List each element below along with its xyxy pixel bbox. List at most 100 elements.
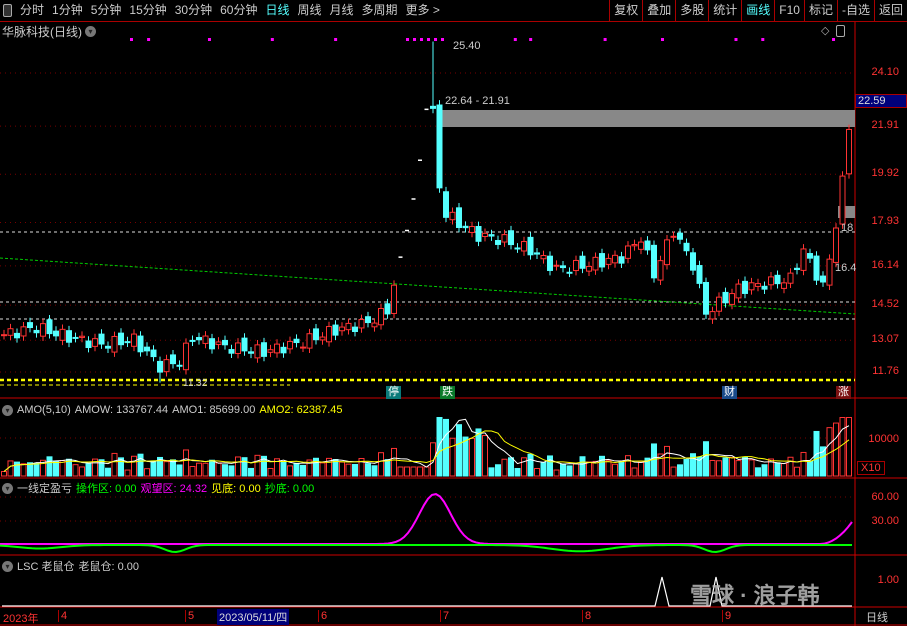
candle bbox=[105, 345, 111, 349]
volume-bar bbox=[365, 463, 371, 477]
candle bbox=[196, 337, 202, 341]
candle bbox=[183, 342, 189, 371]
candle bbox=[592, 256, 599, 271]
candle bbox=[46, 319, 53, 335]
volume-bar bbox=[85, 463, 92, 477]
dropdown-icon[interactable]: ▾ bbox=[2, 560, 13, 572]
volume-bar bbox=[456, 424, 462, 477]
candle bbox=[384, 303, 391, 315]
volume-bar bbox=[319, 462, 326, 477]
dropdown-icon[interactable]: ▾ bbox=[2, 404, 13, 416]
ind-d: 抄底: 0.00 bbox=[264, 483, 315, 495]
candle bbox=[677, 232, 683, 240]
volume-bar bbox=[144, 468, 150, 477]
candle bbox=[92, 338, 98, 347]
volume-bar bbox=[215, 462, 222, 477]
cursor-date: 2023/05/11/四 bbox=[217, 609, 290, 625]
signal-dot bbox=[334, 38, 338, 41]
month-label: 9 bbox=[722, 610, 731, 622]
month-label: 7 bbox=[440, 610, 449, 622]
candle bbox=[612, 254, 618, 264]
volume-bar bbox=[807, 460, 813, 477]
multiplier-button[interactable]: X10 bbox=[857, 461, 885, 475]
amo-name: AMO(5,10) bbox=[17, 404, 71, 416]
volume-bar bbox=[638, 461, 644, 477]
event-tag[interactable]: 涨 bbox=[836, 386, 851, 399]
volume-bar bbox=[423, 466, 430, 477]
signal-dot bbox=[603, 38, 607, 41]
amo-title: ▾ AMO(5,10) AMOW: 133767.44 AMO1: 85699.00 A… bbox=[2, 404, 343, 416]
signal-dot bbox=[734, 38, 738, 41]
candle bbox=[111, 335, 118, 353]
candle bbox=[378, 307, 384, 326]
signal-dot bbox=[270, 38, 274, 41]
candle bbox=[599, 253, 605, 268]
event-tag[interactable]: 跌 bbox=[440, 386, 455, 399]
candle bbox=[469, 226, 475, 233]
candle bbox=[768, 276, 774, 286]
candle bbox=[553, 264, 560, 267]
candle bbox=[644, 240, 651, 251]
volume-bar bbox=[300, 464, 306, 477]
volume-bar bbox=[800, 451, 807, 477]
price-axis-label: 21.91 bbox=[871, 119, 899, 132]
volume-bar bbox=[631, 467, 638, 477]
volume-bar bbox=[722, 457, 729, 477]
volume-bar bbox=[293, 462, 300, 477]
volume-bar bbox=[46, 456, 53, 477]
candle bbox=[579, 255, 586, 269]
amo2-value: AMO2: 62387.45 bbox=[259, 404, 343, 416]
candle bbox=[352, 326, 358, 332]
candle bbox=[274, 343, 280, 354]
signal-dot bbox=[434, 38, 438, 41]
candle bbox=[150, 349, 157, 358]
candle bbox=[235, 342, 241, 355]
period-label: 日线 bbox=[866, 612, 888, 624]
volume-bar bbox=[72, 464, 79, 477]
volume-bar bbox=[586, 461, 592, 477]
candle bbox=[365, 316, 371, 324]
candle bbox=[482, 232, 488, 238]
candle bbox=[228, 349, 235, 354]
ind-c: 见底: 0.00 bbox=[211, 483, 261, 495]
amo1-line bbox=[3, 418, 850, 472]
event-tag[interactable]: 财 bbox=[722, 386, 737, 399]
chart-canvas[interactable] bbox=[0, 0, 907, 626]
candle bbox=[72, 336, 79, 339]
volume-bar bbox=[14, 461, 20, 477]
ind-a: 操作区: 0.00 bbox=[76, 483, 137, 495]
volume-bar bbox=[735, 460, 742, 477]
volume-bar bbox=[449, 437, 456, 477]
candle bbox=[202, 335, 209, 344]
volume-bar bbox=[553, 469, 560, 477]
candle bbox=[670, 235, 677, 238]
volume-bar bbox=[371, 465, 378, 477]
price-axis-label: 11.76 bbox=[872, 364, 899, 377]
event-tag[interactable]: 停 bbox=[386, 386, 401, 399]
candle bbox=[137, 335, 144, 353]
candle bbox=[313, 328, 319, 341]
candle bbox=[560, 265, 566, 269]
candle bbox=[826, 258, 833, 286]
price-axis-label: 24.10 bbox=[871, 66, 899, 78]
label-16: 16.4 bbox=[835, 262, 857, 274]
volume-bar bbox=[566, 465, 573, 477]
candle bbox=[638, 241, 644, 250]
candle bbox=[833, 227, 839, 263]
candle bbox=[118, 332, 124, 346]
volume-bar bbox=[105, 467, 111, 477]
volume-bar bbox=[677, 464, 683, 477]
signal-dot bbox=[761, 38, 765, 41]
candle bbox=[170, 354, 176, 365]
volume-bar bbox=[7, 460, 14, 477]
volume-bar bbox=[573, 463, 579, 477]
dropdown-icon[interactable]: ▾ bbox=[2, 482, 13, 494]
volume-bar bbox=[547, 455, 553, 477]
month-label: 5 bbox=[185, 610, 194, 622]
volume-bar bbox=[618, 461, 625, 477]
volume-bar bbox=[228, 465, 235, 477]
candle bbox=[839, 175, 846, 225]
candle bbox=[287, 340, 293, 350]
candle bbox=[124, 341, 131, 344]
month-label: 8 bbox=[582, 610, 591, 622]
